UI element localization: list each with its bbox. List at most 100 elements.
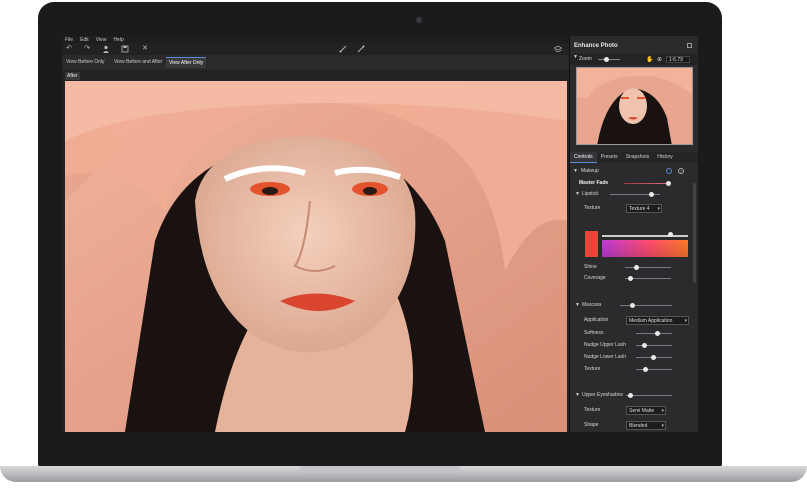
shine-label: Shine [584,264,597,270]
redo-icon[interactable]: ↷ [83,45,91,53]
zoom-label: Zoom [579,56,592,62]
softness-knob[interactable] [655,331,660,336]
mascara-label: Mascara [582,302,602,308]
zoom-slider-knob[interactable] [604,57,609,62]
mascara-texture-slider[interactable] [636,369,672,370]
lipstick-hue-slider[interactable] [602,235,688,237]
photo-canvas[interactable] [65,81,567,432]
chevron-down-icon: ▼ [575,191,580,197]
zoom-fit-icon[interactable]: ⊕ [657,56,662,63]
coverage-knob[interactable] [628,276,633,281]
eraser-brush-icon[interactable] [357,45,365,53]
coverage-label: Coverage [584,275,606,281]
controls-scrollbar[interactable] [693,183,696,283]
chevron-down-icon: ▼ [575,302,580,308]
layers-icon[interactable] [553,45,563,53]
master-fade-slider[interactable] [624,183,670,184]
navigator-image [577,68,692,144]
mascara-texture-knob[interactable] [643,367,648,372]
nudge-lower-lash-knob[interactable] [651,355,656,360]
eyeshadow-texture-value: Semi Matte [629,408,655,414]
mascara-knob[interactable] [630,303,635,308]
mascara-row[interactable]: ▼ Mascara [570,301,692,310]
softness-label: Softness [584,330,604,336]
chevron-down-icon: ▼ [575,392,580,398]
close-icon[interactable]: ✕ [141,45,149,53]
shine-knob[interactable] [634,265,639,270]
lipstick-knob[interactable] [649,192,654,197]
navigator-thumbnail[interactable] [576,67,693,145]
chevron-down-icon: ▼ [573,168,578,174]
panel-tabs: Controls Presets Snapshots History [570,152,698,163]
menu-help[interactable]: Help [113,37,123,43]
zoom-value[interactable]: 1:6.79 [666,56,690,63]
lipstick-texture-value: Texture 4 [629,206,650,212]
menu-bar: File Edit View Help [62,36,569,43]
camera [416,17,422,23]
application-select[interactable]: Medium Application ▾ [626,316,689,325]
brush-icon[interactable] [339,45,347,53]
chevron-down-icon: ▾ [661,423,664,429]
master-fade-knob[interactable] [666,181,671,186]
window-maximize-icon[interactable] [687,43,692,48]
tab-history[interactable]: History [653,152,677,163]
shine-row: Shine [570,263,692,272]
master-fade-row: Master Fade [570,179,692,188]
lipstick-row[interactable]: ▼ Lipstick [570,190,692,199]
nudge-upper-lash-label: Nudge Upper Lash [584,342,626,348]
shape-row: Shape Blended ▾ [570,421,692,430]
undo-icon[interactable]: ↶ [65,45,73,53]
chevron-down-icon: ▾ [661,408,664,414]
lipstick-color-swatch[interactable] [585,231,598,257]
application-row: Application Medium Application ▾ [570,316,692,325]
app-window: File Edit View Help ↶ ↷ ✕ View Before On… [62,36,698,432]
eyeshadow-texture-row: Texture Semi Matte ▾ [570,406,692,415]
coverage-row: Coverage [570,274,692,283]
shape-label: Shape [584,422,599,428]
upper-eyeshadow-knob[interactable] [628,393,633,398]
help-icon[interactable]: ? [678,168,684,174]
person-icon[interactable] [102,45,110,53]
nudge-lower-lash-row: Nudge Lower Lash [570,353,692,362]
chevron-down-icon[interactable]: ▼ [573,53,578,62]
zoom-bar: ▼ Zoom ✋ ⊕ 1:6.79 [570,54,698,65]
makeup-label: Makeup [581,168,599,174]
lipstick-texture-select[interactable]: Texture 4 ▾ [626,204,662,213]
softness-row: Softness [570,329,692,338]
lipstick-texture-label: Texture [584,205,601,211]
hand-icon[interactable]: ✋ [646,56,653,63]
application-label: Application [584,317,609,323]
enhance-panel: Enhance Photo ▼ Zoom ✋ ⊕ 1:6.79 Controls… [569,36,698,432]
softness-slider[interactable] [636,333,672,334]
eyeshadow-texture-select[interactable]: Semi Matte ▾ [626,406,666,415]
shine-slider[interactable] [625,267,671,268]
chevron-down-icon: ▾ [657,206,660,212]
mascara-texture-label: Texture [584,366,601,372]
tab-presets[interactable]: Presets [597,152,622,163]
zoom-slider[interactable] [598,57,620,62]
shape-select[interactable]: Blended ▾ [626,421,666,430]
lipstick-color-gradient[interactable] [602,240,688,257]
nudge-upper-lash-row: Nudge Upper Lash [570,341,692,350]
master-fade-label: Master Fade [579,180,609,186]
reset-icon[interactable] [666,168,672,174]
menu-edit[interactable]: Edit [80,37,89,43]
upper-eyeshadow-row[interactable]: ▼ Upper Eyeshadow [570,391,692,400]
mascara-slider[interactable] [620,305,672,306]
menu-file[interactable]: File [65,37,73,43]
tab-snapshots[interactable]: Snapshots [622,152,654,163]
tab-view-before-and-after[interactable]: View Before and After [111,57,165,68]
panel-title: Enhance Photo [574,43,618,49]
tab-controls[interactable]: Controls [570,152,597,163]
tab-view-before-only[interactable]: View Before Only [63,57,108,68]
makeup-section-header[interactable]: ▼ Makeup ? [570,167,692,176]
view-mode-tabs: View Before Only View Before and After V… [62,55,569,70]
tab-view-after-only[interactable]: View After Only [166,57,207,68]
menu-view[interactable]: View [96,37,107,43]
mascara-texture-row: Texture [570,365,692,374]
save-icon[interactable] [121,45,129,53]
eyeshadow-texture-label: Texture [584,407,601,413]
lipstick-hue-knob[interactable] [668,232,673,237]
nudge-upper-lash-knob[interactable] [642,343,647,348]
makeup-controls: ▼ Makeup ? Master Fade ▼ Lipstick Textur… [570,165,698,432]
